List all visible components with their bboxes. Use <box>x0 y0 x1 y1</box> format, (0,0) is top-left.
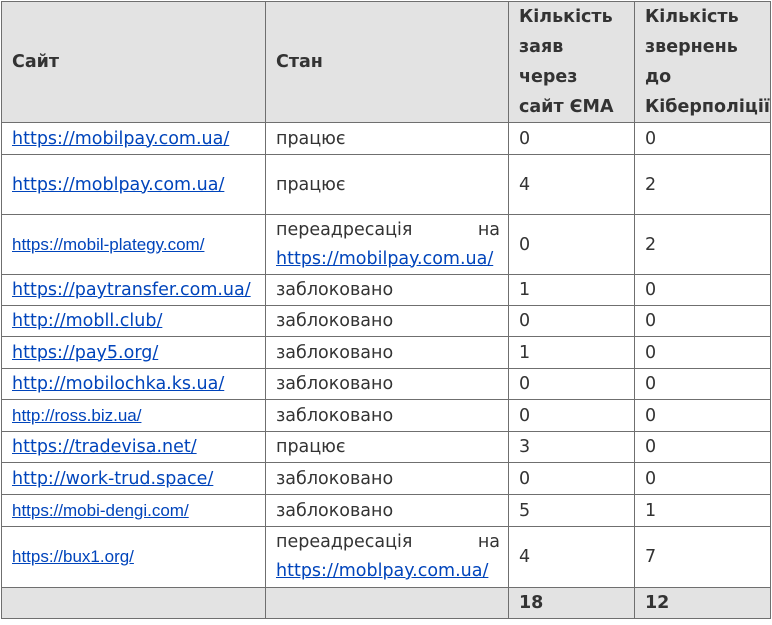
site-link[interactable]: http://work-trud.space/ <box>12 469 213 489</box>
cyber-count-cell: 0 <box>634 336 771 369</box>
status-cell: заблоковано <box>265 305 509 337</box>
status-cell: працює <box>265 431 509 463</box>
site-link[interactable]: https://pay5.org/ <box>12 343 158 363</box>
status-cell: працює <box>265 154 509 215</box>
redirect-target-link[interactable]: https://moblpay.com.ua/ <box>276 561 488 581</box>
site-link[interactable]: https://bux1.org/ <box>12 547 134 566</box>
ema-count-cell: 5 <box>508 494 635 527</box>
table-row: https://mobil-plategy.com/ переадресація… <box>1 214 771 275</box>
header-cyberpolice-count: Кількість звернень до Кіберполіції <box>634 1 771 123</box>
status-cell: переадресація на https://moblpay.com.ua/ <box>265 526 509 588</box>
status-cell: заблоковано <box>265 368 509 400</box>
ema-count-cell: 4 <box>508 526 635 588</box>
ema-count-cell: 0 <box>508 399 635 432</box>
status-cell: заблоковано <box>265 494 509 527</box>
site-link[interactable]: https://mobi-dengi.com/ <box>12 501 189 520</box>
table-row: https://tradevisa.net/ працює 3 0 <box>1 431 771 463</box>
totals-empty-cell <box>1 587 266 619</box>
status-cell: заблоковано <box>265 399 509 432</box>
table-row: http://work-trud.space/ заблоковано 0 0 <box>1 462 771 495</box>
ema-count-cell: 0 <box>508 368 635 400</box>
redirect-label: переадресація на <box>276 532 500 552</box>
table-row: http://ross.biz.ua/ заблоковано 0 0 <box>1 399 771 432</box>
redirect-target-link[interactable]: https://mobilpay.com.ua/ <box>276 249 493 269</box>
table-row: https://moblpay.com.ua/ працює 4 2 <box>1 154 771 215</box>
ema-count-cell: 1 <box>508 336 635 369</box>
redirect-label: переадресація на <box>276 219 500 240</box>
ema-count-cell: 3 <box>508 431 635 463</box>
status-cell: працює <box>265 122 509 155</box>
table-row: https://bux1.org/ переадресація на https… <box>1 526 771 588</box>
table-row: http://mobilochka.ks.ua/ заблоковано 0 0 <box>1 368 771 400</box>
sites-table: Сайт Стан Кількість заяв через сайт ЄМА … <box>1 1 771 619</box>
site-link[interactable]: http://mobll.club/ <box>12 311 162 331</box>
cyber-count-cell: 0 <box>634 122 771 155</box>
status-cell: переадресація на https://mobilpay.com.ua… <box>265 214 509 275</box>
cyber-count-cell: 0 <box>634 368 771 400</box>
table-row: https://mobilpay.com.ua/ працює 0 0 <box>1 122 771 155</box>
totals-row: 18 12 <box>1 587 771 619</box>
ema-count-cell: 0 <box>508 305 635 337</box>
cyber-count-cell: 0 <box>634 399 771 432</box>
ema-count-cell: 4 <box>508 154 635 215</box>
table-row: https://mobi-dengi.com/ заблоковано 5 1 <box>1 494 771 527</box>
ema-count-cell: 0 <box>508 122 635 155</box>
ema-count-cell: 0 <box>508 462 635 495</box>
header-row: Сайт Стан Кількість заяв через сайт ЄМА … <box>1 1 771 123</box>
site-link[interactable]: https://paytransfer.com.ua/ <box>12 280 251 300</box>
site-link[interactable]: https://moblpay.com.ua/ <box>12 175 224 195</box>
ema-count-cell: 0 <box>508 214 635 275</box>
site-link[interactable]: https://tradevisa.net/ <box>12 437 197 457</box>
cyber-count-cell: 7 <box>634 526 771 588</box>
status-cell: заблоковано <box>265 274 509 306</box>
cyber-count-cell: 2 <box>634 154 771 215</box>
status-cell: заблоковано <box>265 462 509 495</box>
total-ema-count: 18 <box>508 587 635 619</box>
cyber-count-cell: 0 <box>634 305 771 337</box>
table-row: https://paytransfer.com.ua/ заблоковано … <box>1 274 771 306</box>
cyber-count-cell: 0 <box>634 274 771 306</box>
cyber-count-cell: 0 <box>634 462 771 495</box>
header-site: Сайт <box>1 1 266 123</box>
site-link[interactable]: https://mobil-plategy.com/ <box>12 235 204 254</box>
cyber-count-cell: 1 <box>634 494 771 527</box>
totals-empty-cell <box>265 587 509 619</box>
site-link[interactable]: http://mobilochka.ks.ua/ <box>12 374 224 394</box>
site-link[interactable]: http://ross.biz.ua/ <box>12 406 141 425</box>
site-link[interactable]: https://mobilpay.com.ua/ <box>12 129 229 149</box>
cyber-count-cell: 0 <box>634 431 771 463</box>
table-row: http://mobll.club/ заблоковано 0 0 <box>1 305 771 337</box>
status-cell: заблоковано <box>265 336 509 369</box>
header-status: Стан <box>265 1 509 123</box>
ema-count-cell: 1 <box>508 274 635 306</box>
table-row: https://pay5.org/ заблоковано 1 0 <box>1 336 771 369</box>
header-ema-count: Кількість заяв через сайт ЄМА <box>508 1 635 123</box>
total-cyber-count: 12 <box>634 587 771 619</box>
cyber-count-cell: 2 <box>634 214 771 275</box>
